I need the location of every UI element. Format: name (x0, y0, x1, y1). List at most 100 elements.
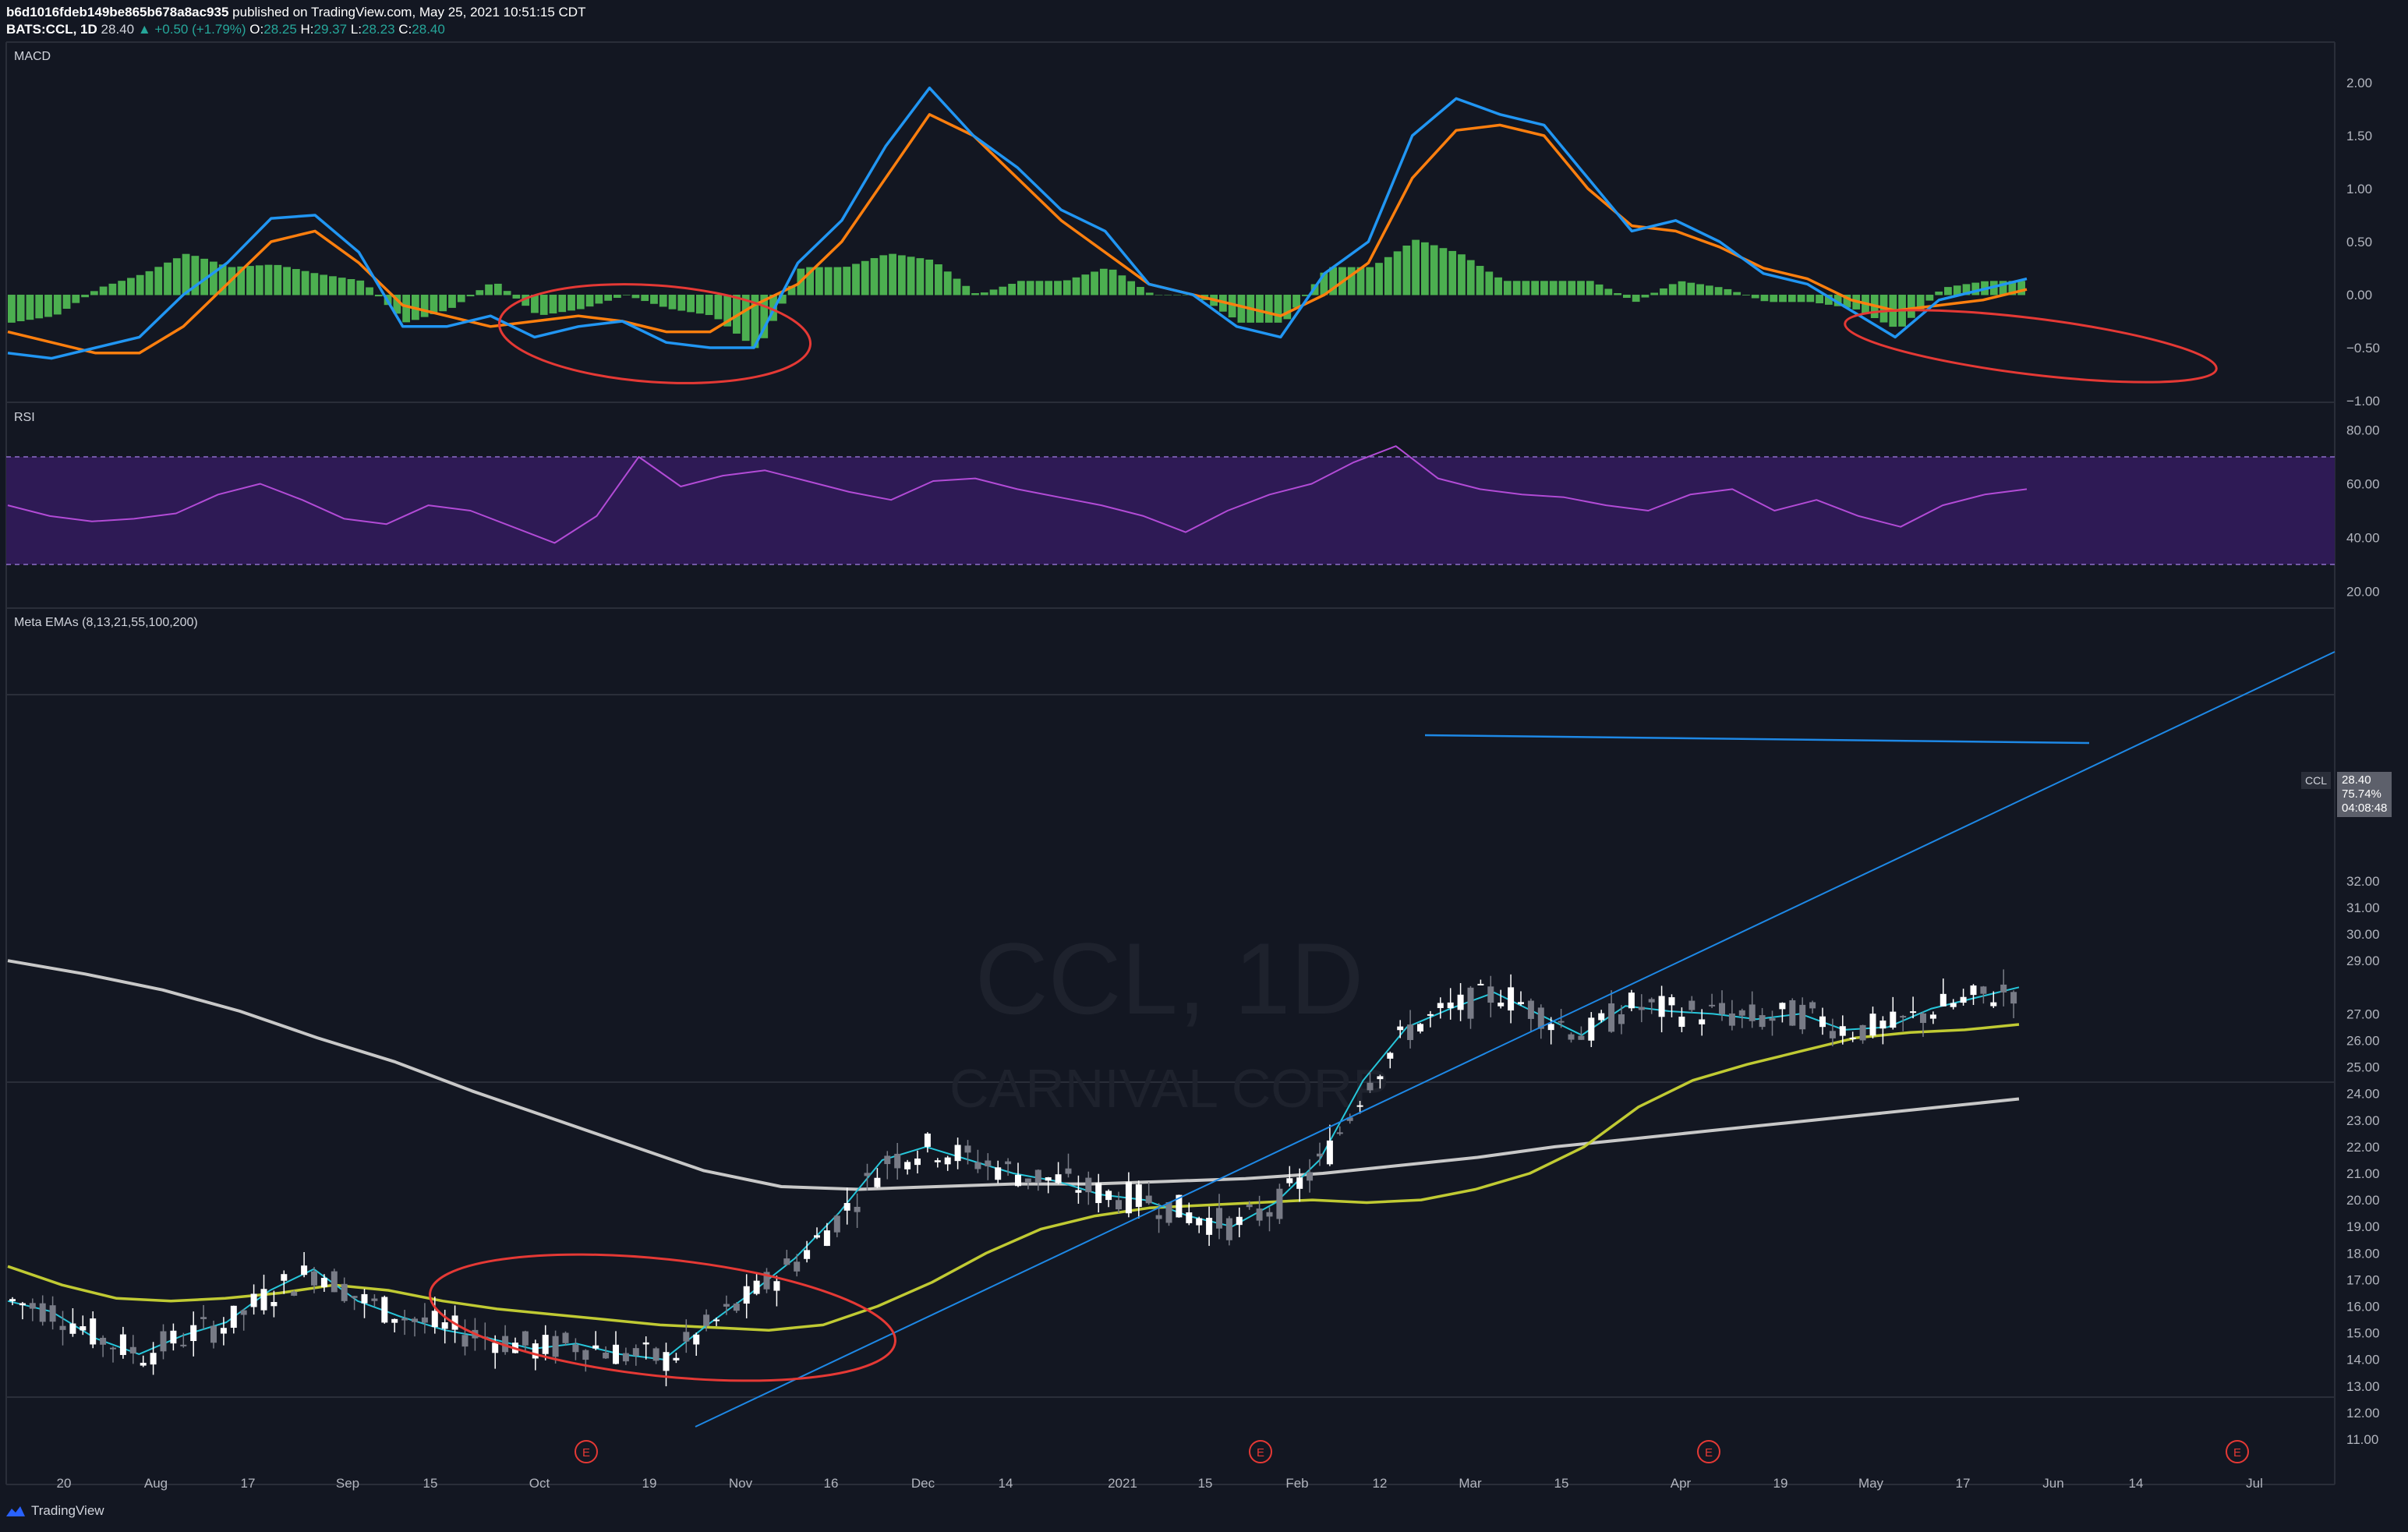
candle-body (220, 1328, 227, 1334)
candle-body (934, 1160, 941, 1162)
brand-label: TradingView (31, 1503, 104, 1518)
histogram-bar (695, 295, 704, 314)
time-tick: Aug (144, 1476, 168, 1491)
price-annotation-ellipse[interactable] (424, 1235, 901, 1400)
candle-body (1699, 1019, 1706, 1024)
candle-body (974, 1162, 981, 1169)
candle-body (743, 1286, 750, 1304)
time-tick: Mar (1459, 1476, 1482, 1491)
candle-body (69, 1323, 76, 1334)
candle-body (1638, 1007, 1645, 1010)
candle-body (1256, 1208, 1263, 1221)
candle-body (1034, 1169, 1041, 1183)
candle-body (1910, 1011, 1917, 1014)
footer-brand[interactable]: TradingView (5, 1503, 104, 1519)
candle-body (1296, 1177, 1303, 1189)
candle-body (1719, 1003, 1725, 1014)
histogram-bar (659, 295, 667, 307)
badge-price: 28.40 (2342, 773, 2371, 787)
candle-body (1658, 996, 1665, 1017)
candle-body (884, 1155, 891, 1165)
candle-body (1065, 1168, 1072, 1174)
histogram-bar (439, 295, 447, 312)
badge-countdown: 04:08:48 (2342, 801, 2388, 815)
histogram-bar (1577, 281, 1585, 295)
candle-body (1939, 993, 1947, 1007)
candle-body (1024, 1178, 1031, 1183)
histogram-bar (852, 264, 860, 295)
price-axis[interactable]: 2.00 1.50 1.00 0.50 0.00 −0.50 −1.00 80.00 60.00… (2346, 76, 2380, 1447)
rsi-band (6, 457, 2335, 564)
histogram-bar (1614, 292, 1621, 295)
histogram-bar (283, 267, 291, 295)
histogram-bar (1586, 281, 1594, 295)
ema-fast-line (7, 986, 2020, 1360)
candle-body (995, 1167, 1002, 1180)
earnings-markers[interactable]: E E E E (575, 1440, 2249, 1463)
candle-body (1045, 1177, 1052, 1181)
histogram-bar (916, 258, 925, 295)
histogram-bar (320, 274, 328, 295)
macd-tick: 0.00 (2346, 288, 2372, 303)
histogram-bar (72, 295, 80, 303)
histogram-bar (568, 295, 575, 311)
histogram-bar (613, 295, 621, 299)
candle-body (753, 1280, 760, 1294)
histogram-bar (999, 286, 1007, 295)
histogram-bar (1705, 285, 1713, 295)
histogram-bar (1604, 288, 1613, 295)
time-axis[interactable]: 20 Aug 17 Sep 15 Oct 19 Nov 16 Dec 14 2021 15 Feb 12 Ma… (57, 1476, 2263, 1491)
time-tick: 15 (1198, 1476, 1213, 1491)
candle-body (1890, 1011, 1897, 1028)
ascending-trendline[interactable] (695, 651, 2336, 1428)
candle-body (1216, 1208, 1222, 1229)
candle-body (904, 1162, 911, 1169)
histogram-bar (889, 253, 896, 295)
histogram-bar (1063, 280, 1071, 295)
last-price-badge: 28.40 75.74% 04:08:48 (2337, 772, 2392, 817)
histogram-bar (1099, 268, 1108, 295)
rsi-tick: 80.00 (2346, 423, 2380, 438)
candle-body (1558, 1021, 1565, 1023)
histogram-bar (815, 267, 823, 295)
histogram-bar (989, 289, 998, 295)
candle-body (2000, 984, 2007, 992)
resistance-line[interactable] (1424, 734, 2090, 745)
time-tick: Sep (336, 1476, 359, 1491)
histogram-bar (1081, 274, 1090, 295)
histogram-bar (1476, 266, 1484, 295)
histogram-bar (1384, 257, 1392, 295)
candle-body (1427, 1014, 1434, 1016)
pane-grid (5, 41, 2336, 1485)
candle-body (723, 1304, 730, 1307)
histogram-bar (1797, 295, 1805, 303)
histogram-bar (274, 264, 282, 295)
macd-annotation-ellipse-right[interactable] (1841, 295, 2219, 397)
histogram-bar (1430, 245, 1438, 295)
histogram-bar (1816, 295, 1823, 304)
candle-body (874, 1177, 881, 1187)
candle-body (1055, 1174, 1062, 1183)
price-tick: 32.00 (2346, 874, 2380, 889)
histogram-bar (1137, 287, 1144, 295)
histogram-bar (1458, 254, 1466, 295)
candle-body (412, 1318, 418, 1322)
candle-body (1779, 1003, 1786, 1010)
candle-body (351, 1296, 358, 1298)
candle-body (1085, 1177, 1092, 1193)
candle-body (1588, 1017, 1595, 1041)
watermark-symbol: CCL, 1D (975, 922, 1363, 1035)
histogram-bar (512, 295, 521, 299)
histogram-bar (1485, 271, 1494, 295)
time-tick: 17 (241, 1476, 256, 1491)
candle-body (140, 1362, 147, 1366)
candle-body (281, 1274, 288, 1281)
candle-body (833, 1215, 840, 1233)
candle-body (864, 1173, 871, 1176)
candle-body (311, 1271, 317, 1286)
chart-canvas[interactable]: CCL, 1D CARNIVAL CORP E E E E 2.00 1.50 1.… (0, 0, 2408, 1532)
histogram-bar (1925, 295, 1934, 301)
candle-body (1397, 1026, 1404, 1031)
histogram-bar (1531, 281, 1540, 295)
histogram-bar (1017, 281, 1025, 295)
